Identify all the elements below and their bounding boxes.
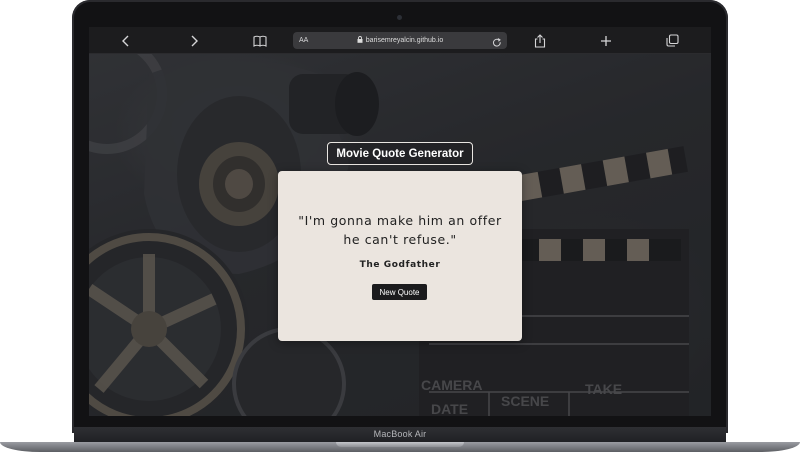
back-icon[interactable] (115, 27, 137, 54)
new-quote-button[interactable]: New Quote (372, 284, 427, 300)
share-icon[interactable] (529, 27, 551, 54)
lock-icon (357, 33, 363, 50)
brand-label: MacBook Air (373, 429, 427, 439)
browser-window: AA barisemreyalcin.github.io CAMERA DATE… (89, 27, 711, 416)
new-tab-icon[interactable] (595, 27, 617, 54)
web-page: CAMERA DATE SCENE TAKE Movie Quote Gener… (89, 54, 711, 416)
bookmarks-icon[interactable] (249, 27, 271, 54)
forward-icon[interactable] (183, 27, 205, 54)
url-text: barisemreyalcin.github.io (293, 32, 507, 49)
address-bar[interactable]: AA barisemreyalcin.github.io (293, 32, 507, 49)
movie-title: The Godfather (359, 260, 441, 270)
app-title-button[interactable]: Movie Quote Generator (327, 142, 473, 165)
url-label: barisemreyalcin.github.io (365, 37, 444, 44)
reload-icon[interactable] (492, 35, 502, 53)
tabs-icon[interactable] (661, 27, 683, 54)
webcam (397, 15, 402, 20)
browser-toolbar: AA barisemreyalcin.github.io (89, 27, 711, 54)
quote-card: "I'm gonna make him an offer he can't re… (278, 171, 522, 341)
laptop-notch (336, 442, 464, 447)
quote-text: "I'm gonna make him an offer he can't re… (298, 213, 502, 247)
